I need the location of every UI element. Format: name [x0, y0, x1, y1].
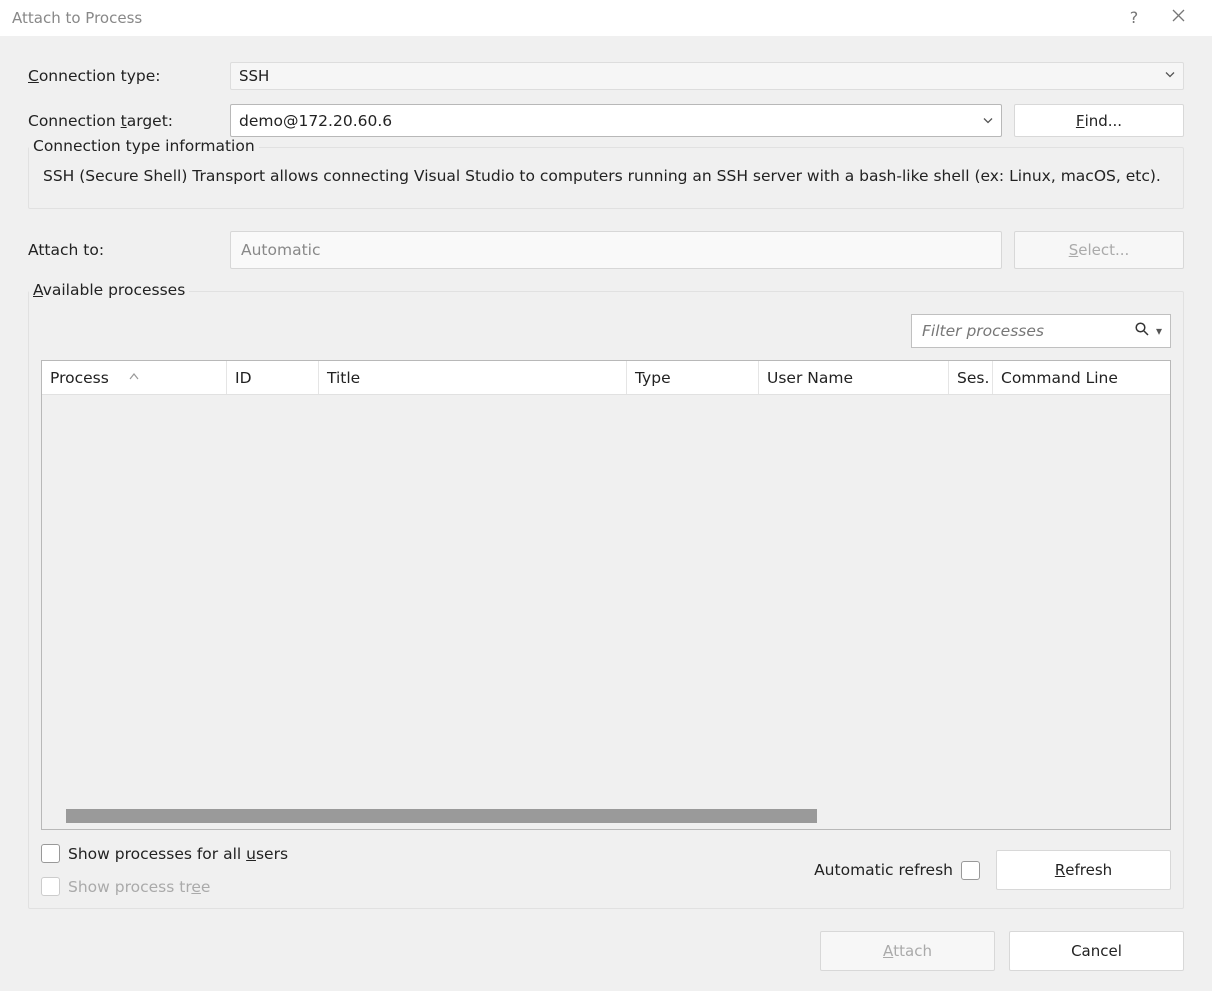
cancel-button[interactable]: Cancel	[1009, 931, 1184, 971]
automatic-refresh-checkbox[interactable]	[961, 861, 980, 880]
column-command-line[interactable]: Command Line	[992, 361, 1170, 394]
available-processes-legend: Available processes	[29, 281, 189, 299]
filter-bar: ▾	[41, 314, 1171, 348]
column-id[interactable]: ID	[226, 361, 318, 394]
help-icon[interactable]: ?	[1112, 8, 1156, 27]
connection-type-info-text: SSH (Secure Shell) Transport allows conn…	[43, 164, 1169, 188]
titlebar: Attach to Process ?	[0, 0, 1212, 36]
select-button: Select...	[1014, 231, 1184, 269]
dialog-footer: Attach Cancel	[28, 909, 1184, 971]
attach-to-process-dialog: Attach to Process ? Connection type: SSH…	[0, 0, 1212, 991]
available-processes-group: Available processes ▾ Process	[28, 291, 1184, 909]
automatic-refresh-label: Automatic refresh	[814, 861, 953, 879]
filter-dropdown-icon[interactable]: ▾	[1156, 324, 1162, 338]
processes-table-body	[42, 395, 1170, 829]
scroll-thumb[interactable]	[66, 809, 817, 823]
connection-target-input[interactable]	[230, 104, 1002, 137]
automatic-refresh-row[interactable]: Automatic refresh	[814, 861, 980, 880]
dialog-content: Connection type: SSH Connection target:	[0, 36, 1212, 991]
window-title: Attach to Process	[12, 9, 1112, 27]
column-user-name[interactable]: User Name	[758, 361, 948, 394]
find-button[interactable]: Find...	[1014, 104, 1184, 137]
attach-button: Attach	[820, 931, 995, 971]
column-type[interactable]: Type	[626, 361, 758, 394]
connection-type-info-group: Connection type information SSH (Secure …	[28, 147, 1184, 209]
processes-table-header: Process ID Title Type User Name Ses... C…	[42, 361, 1170, 395]
attach-to-row: Attach to: Select...	[28, 231, 1184, 269]
refresh-button[interactable]: Refresh	[996, 850, 1171, 890]
show-all-users-checkbox-row[interactable]: Show processes for all users	[41, 844, 288, 863]
process-options-row: Show processes for all users Show proces…	[41, 844, 1171, 896]
filter-processes-field[interactable]: ▾	[911, 314, 1171, 348]
search-icon[interactable]	[1134, 321, 1150, 341]
connection-type-select[interactable]: SSH	[230, 62, 1184, 90]
attach-to-label: Attach to:	[28, 241, 230, 259]
column-title[interactable]: Title	[318, 361, 626, 394]
column-session[interactable]: Ses...	[948, 361, 992, 394]
show-process-tree-checkbox	[41, 877, 60, 896]
show-all-users-checkbox[interactable]	[41, 844, 60, 863]
show-process-tree-checkbox-row: Show process tree	[41, 877, 288, 896]
horizontal-scrollbar[interactable]	[66, 809, 1170, 823]
connection-type-row: Connection type: SSH	[28, 62, 1184, 90]
close-icon[interactable]	[1156, 9, 1200, 26]
filter-processes-input[interactable]	[920, 315, 1130, 347]
sort-asc-icon	[129, 372, 139, 383]
column-process[interactable]: Process	[42, 361, 226, 394]
connection-target-label: Connection target:	[28, 112, 230, 130]
connection-target-row: Connection target: Find...	[28, 104, 1184, 137]
connection-type-label: Connection type:	[28, 67, 230, 85]
processes-table: Process ID Title Type User Name Ses... C…	[41, 360, 1171, 830]
attach-to-value	[230, 231, 1002, 269]
connection-type-info-legend: Connection type information	[29, 137, 259, 155]
